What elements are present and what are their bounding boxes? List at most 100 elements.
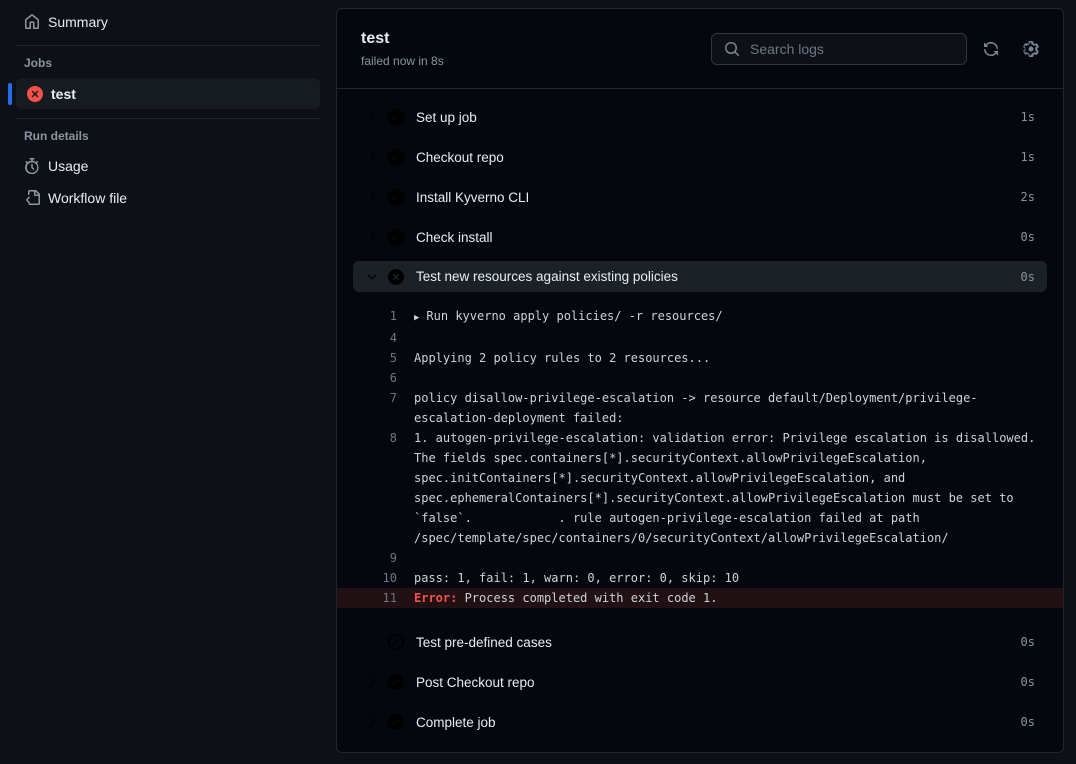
log-text-content: Process completed with exit code 1.: [457, 591, 717, 605]
job-panel-header: test failed now in 8s: [337, 9, 1063, 89]
jobs-section-label: Jobs: [24, 56, 320, 70]
steps-list: Set up job1sCheckout repo1sInstall Kyver…: [337, 89, 1063, 742]
log-line-text: pass: 1, fail: 1, warn: 0, error: 0, ski…: [414, 568, 1063, 588]
step-duration: 2s: [1021, 190, 1035, 204]
log-line-number[interactable]: 9: [337, 548, 397, 568]
log-line: 10 pass: 1, fail: 1, warn: 0, error: 0, s…: [337, 568, 1063, 588]
chevron-down-icon: [365, 270, 379, 284]
search-logs-input[interactable]: [748, 40, 954, 58]
check-circle-icon: [388, 149, 404, 165]
log-line-number[interactable]: 10: [337, 568, 397, 588]
chevron-right-icon: [365, 715, 379, 729]
home-icon: [24, 14, 40, 30]
sidebar-item-job-test[interactable]: test: [16, 78, 320, 109]
step-row[interactable]: Test pre-defined cases0s: [353, 622, 1047, 662]
log-line-number[interactable]: 8: [337, 428, 397, 448]
log-line: 8 1. autogen-privilege-escalation: valida…: [337, 428, 1063, 548]
log-line-number[interactable]: 4: [337, 328, 397, 348]
x-circle-icon: [27, 86, 43, 102]
log-group-toggle-icon[interactable]: ▶: [414, 313, 419, 323]
log-line-number[interactable]: 7: [337, 388, 397, 408]
step-duration: 1s: [1021, 150, 1035, 164]
log-line-text: 1. autogen-privilege-escalation: validat…: [414, 428, 1063, 548]
sidebar-item-usage[interactable]: Usage: [13, 151, 320, 181]
step-row[interactable]: Post Checkout repo0s: [353, 662, 1047, 702]
step-title: Install Kyverno CLI: [416, 190, 1021, 205]
chevron-right-icon: [365, 230, 379, 244]
chevron-right-icon: [365, 150, 379, 164]
sidebar-summary-label: Summary: [48, 14, 108, 30]
check-circle-icon: [388, 109, 404, 125]
step-duration: 0s: [1021, 270, 1035, 284]
check-circle-icon: [388, 674, 404, 690]
step-title: Test pre-defined cases: [416, 635, 1021, 650]
sidebar-item-summary[interactable]: Summary: [13, 8, 320, 36]
log-text-content: Run kyverno apply policies/ -r resources…: [426, 309, 722, 323]
error-label: Error:: [414, 591, 457, 605]
sync-icon: [983, 41, 999, 57]
sidebar-item-workflow-file[interactable]: Workflow file: [13, 183, 320, 213]
log-line: 7 policy disallow-privilege-escalation ->…: [337, 388, 1063, 428]
sidebar-divider: [16, 118, 320, 119]
log-output: 1 ▶ Run kyverno apply policies/ -r resourc…: [337, 296, 1063, 622]
step-row[interactable]: Checkout repo1s: [353, 137, 1047, 177]
job-detail-panel: test failed now in 8s: [336, 8, 1064, 753]
step-title: Test new resources against existing poli…: [416, 269, 1021, 284]
job-name-label: test: [51, 86, 76, 102]
step-row[interactable]: Test new resources against existing poli…: [353, 261, 1047, 292]
log-line-number[interactable]: 11: [337, 588, 397, 608]
job-status-text: failed now in 8s: [361, 54, 444, 68]
check-circle-icon: [388, 189, 404, 205]
step-title: Checkout repo: [416, 150, 1021, 165]
x-circle-icon: [388, 269, 404, 285]
log-line: 9: [337, 548, 1063, 568]
log-text-content: pass: 1, fail: 1, warn: 0, error: 0, ski…: [414, 571, 739, 585]
step-title: Complete job: [416, 715, 1021, 730]
step-row[interactable]: Check install0s: [353, 217, 1047, 257]
gear-icon: [1023, 41, 1039, 57]
log-line: 4: [337, 328, 1063, 348]
run-details-section-label: Run details: [24, 129, 320, 143]
log-line-number[interactable]: 1: [337, 306, 397, 326]
chevron-right-icon: [365, 110, 379, 124]
step-title: Set up job: [416, 110, 1021, 125]
step-title: Post Checkout repo: [416, 675, 1021, 690]
chevron-spacer: [365, 635, 379, 649]
log-line: 6: [337, 368, 1063, 388]
log-text-content: policy disallow-privilege-escalation -> …: [414, 391, 978, 425]
chevron-right-icon: [365, 675, 379, 689]
log-line-number[interactable]: 6: [337, 368, 397, 388]
log-line-text: policy disallow-privilege-escalation -> …: [414, 388, 1063, 428]
stopwatch-icon: [24, 158, 40, 174]
step-row[interactable]: Complete job0s: [353, 702, 1047, 742]
chevron-right-icon: [365, 190, 379, 204]
step-duration: 0s: [1021, 715, 1035, 729]
search-logs-box: [711, 33, 967, 65]
job-title: test: [361, 30, 444, 48]
step-row[interactable]: Install Kyverno CLI2s: [353, 177, 1047, 217]
log-line-number[interactable]: 5: [337, 348, 397, 368]
workflow-file-label: Workflow file: [48, 190, 127, 206]
sidebar-divider: [16, 45, 320, 46]
log-line: 1 ▶ Run kyverno apply policies/ -r resourc…: [337, 306, 1063, 328]
sidebar: Summary Jobs test Run details Usage Work…: [0, 0, 336, 764]
log-line: 11 Error: Process completed with exit cod…: [337, 588, 1063, 608]
log-text-content: Applying 2 policy rules to 2 resources..…: [414, 351, 710, 365]
step-duration: 0s: [1021, 635, 1035, 649]
step-duration: 0s: [1021, 675, 1035, 689]
log-line: 5 Applying 2 policy rules to 2 resources.…: [337, 348, 1063, 368]
skip-icon: [388, 634, 404, 650]
file-code-icon: [24, 190, 40, 206]
check-circle-icon: [388, 229, 404, 245]
log-line-text: Error: Process completed with exit code …: [414, 588, 1063, 608]
refresh-logs-button[interactable]: [975, 33, 1007, 65]
log-settings-button[interactable]: [1015, 33, 1047, 65]
search-icon: [724, 41, 740, 57]
log-text-content: 1. autogen-privilege-escalation: validat…: [414, 431, 1043, 545]
step-row[interactable]: Set up job1s: [353, 97, 1047, 137]
usage-label: Usage: [48, 158, 88, 174]
log-line-text: ▶ Run kyverno apply policies/ -r resource…: [414, 306, 1063, 328]
check-circle-icon: [388, 714, 404, 730]
log-line-text: Applying 2 policy rules to 2 resources..…: [414, 348, 1063, 368]
step-title: Check install: [416, 230, 1021, 245]
